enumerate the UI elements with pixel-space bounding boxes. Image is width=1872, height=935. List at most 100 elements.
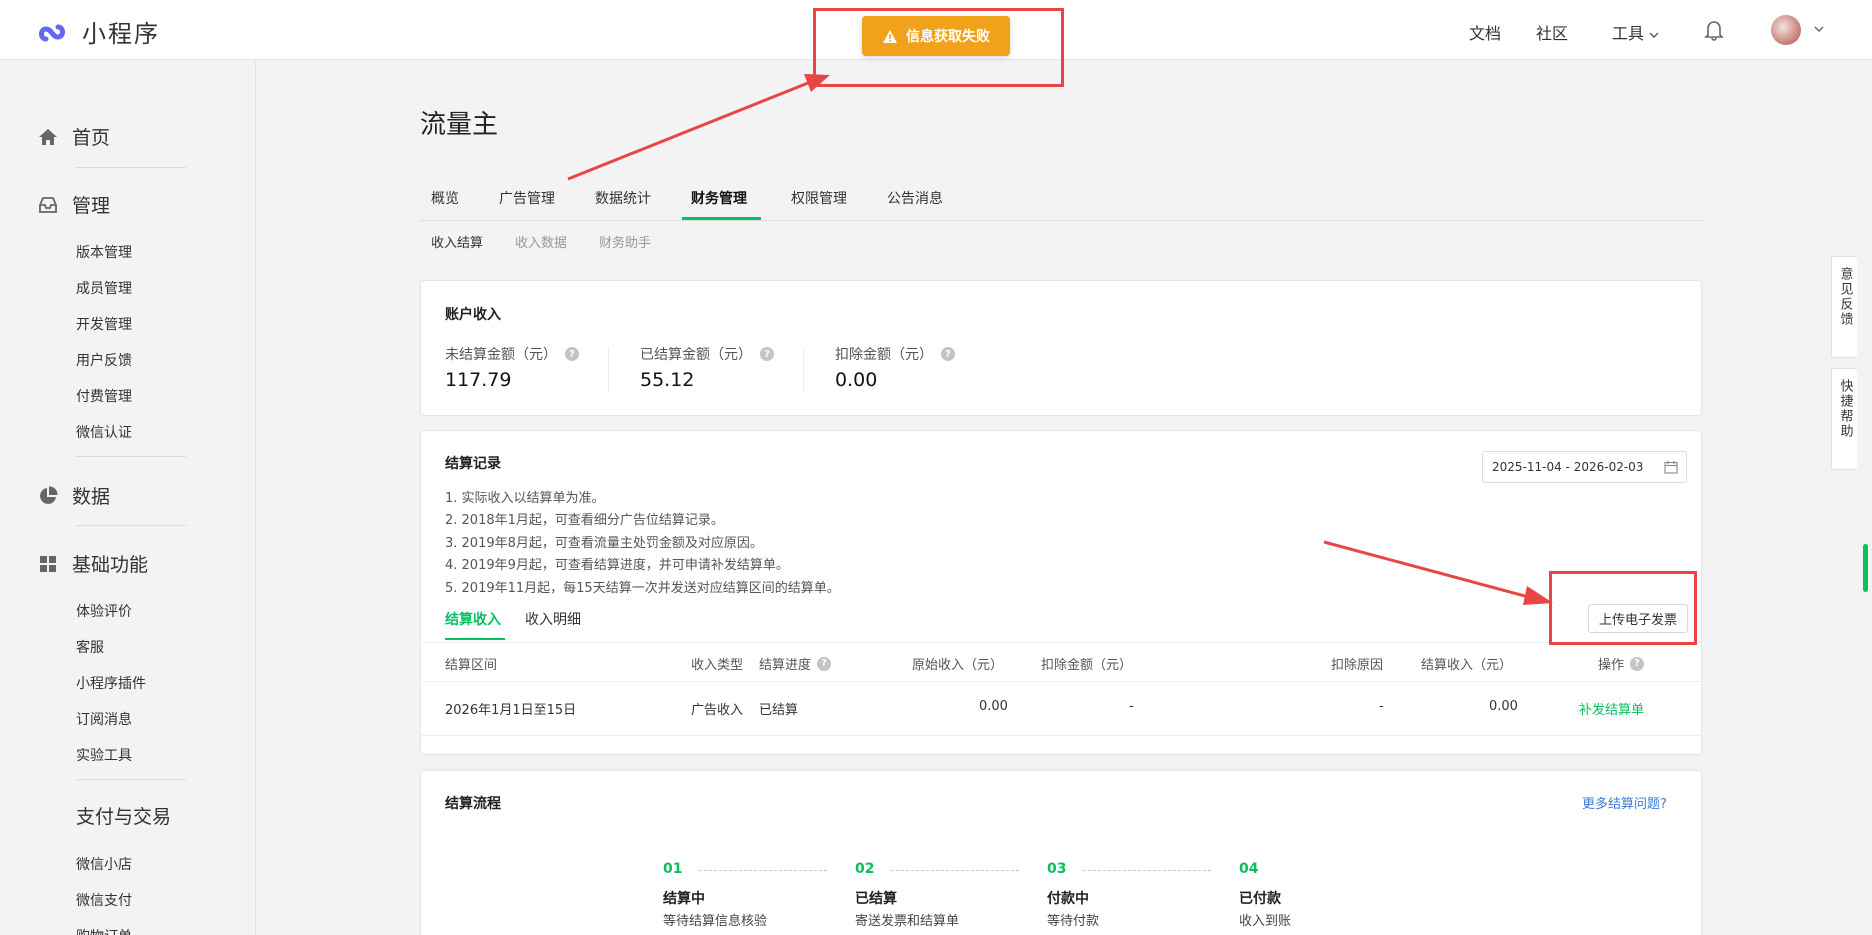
step-number: 03 bbox=[1047, 861, 1067, 877]
step-desc: 等待结算信息核验 bbox=[663, 914, 768, 929]
quick-help-float-button[interactable]: 快捷帮助 bbox=[1831, 368, 1857, 470]
subtab-income-data[interactable]: 收入数据 bbox=[515, 232, 567, 251]
col-original: 原始收入（元） bbox=[912, 658, 1004, 673]
card-title: 结算流程 bbox=[445, 796, 501, 812]
note-line: 1. 实际收入以结算单为准。 bbox=[445, 491, 605, 506]
card-title: 结算记录 bbox=[445, 456, 501, 472]
tab-overview[interactable]: 概览 bbox=[431, 188, 459, 208]
more-questions-link[interactable]: 更多结算问题? bbox=[1582, 793, 1667, 812]
col-action: 操作 ? bbox=[1598, 654, 1645, 673]
help-icon[interactable]: ? bbox=[1630, 656, 1645, 671]
cell-period: 2026年1月1日至15日 bbox=[445, 703, 577, 718]
annotation-box-upload bbox=[1549, 571, 1697, 645]
app-logo[interactable]: 小程序 bbox=[38, 14, 160, 49]
sidebar-item-home[interactable]: 首页 bbox=[38, 123, 110, 150]
cell-reason: - bbox=[1379, 699, 1384, 714]
note-line: 4. 2019年9月起，可查看结算进度，并可申请补发结算单。 bbox=[445, 558, 789, 573]
sidebar-item-plugin[interactable]: 小程序插件 bbox=[76, 673, 146, 693]
feedback-label: 意见反馈 bbox=[1837, 267, 1853, 327]
cell-type: 广告收入 bbox=[691, 703, 744, 718]
home-icon bbox=[39, 128, 57, 145]
sidebar-item-rating[interactable]: 体验评价 bbox=[76, 601, 132, 621]
sidebar-item-orders[interactable]: 购物订单 bbox=[76, 926, 132, 935]
settlement-records-card: 结算记录 2025-11-04 - 2026-02-03 1. 实际收入以结算单… bbox=[420, 430, 1702, 755]
step-connector bbox=[699, 870, 827, 871]
col-period: 结算区间 bbox=[445, 658, 498, 673]
tab-stats[interactable]: 数据统计 bbox=[595, 188, 651, 208]
bell-icon[interactable] bbox=[1704, 19, 1724, 41]
sidebar-item-shop[interactable]: 微信小店 bbox=[76, 854, 132, 874]
nav-tools[interactable]: 工具 bbox=[1612, 20, 1659, 44]
nav-community[interactable]: 社区 bbox=[1536, 20, 1568, 44]
user-avatar[interactable] bbox=[1771, 15, 1801, 45]
tab-finance[interactable]: 财务管理 bbox=[691, 188, 747, 208]
calendar-icon bbox=[1664, 461, 1678, 474]
sidebar-item-members[interactable]: 成员管理 bbox=[76, 278, 132, 298]
step-title: 结算中 bbox=[663, 891, 705, 907]
cell-deduction: - bbox=[1129, 699, 1134, 714]
divider bbox=[76, 779, 186, 780]
step-number: 01 bbox=[663, 861, 683, 877]
tab-settlement-income[interactable]: 结算收入 bbox=[445, 609, 501, 629]
sidebar-item-feedback[interactable]: 用户反馈 bbox=[76, 350, 132, 370]
mini-program-logo-icon bbox=[39, 24, 65, 41]
sidebar-label: 数据 bbox=[72, 486, 111, 508]
sidebar-item-service[interactable]: 客服 bbox=[76, 637, 104, 657]
metric-label-settled: 已结算金额（元） ? bbox=[640, 344, 774, 364]
col-progress: 结算进度 ? bbox=[759, 654, 832, 673]
sidebar-item-version[interactable]: 版本管理 bbox=[76, 242, 132, 262]
step-desc: 寄送发票和结算单 bbox=[855, 914, 960, 929]
tab-income-detail[interactable]: 收入明细 bbox=[525, 609, 581, 629]
scroll-indicator[interactable] bbox=[1863, 544, 1868, 592]
help-icon[interactable]: ? bbox=[565, 347, 579, 361]
step-desc: 收入到账 bbox=[1239, 914, 1292, 929]
annotation-arrow-line bbox=[567, 81, 809, 181]
sidebar-item-data[interactable]: 数据 bbox=[38, 482, 110, 509]
subtab-assistant[interactable]: 财务助手 bbox=[599, 232, 651, 251]
tab-notices[interactable]: 公告消息 bbox=[887, 188, 943, 208]
sidebar-label: 管理 bbox=[72, 195, 111, 217]
feedback-float-button[interactable]: 意见反馈 bbox=[1831, 256, 1857, 358]
sidebar-item-wxpay[interactable]: 微信支付 bbox=[76, 890, 132, 910]
metric-label-text: 扣除金额（元） bbox=[835, 347, 933, 363]
step-number: 02 bbox=[855, 861, 875, 877]
date-range-picker[interactable]: 2025-11-04 - 2026-02-03 bbox=[1482, 451, 1687, 483]
metric-label-unsettled: 未结算金额（元） ? bbox=[445, 344, 579, 364]
col-action-label: 操作 bbox=[1598, 658, 1625, 673]
step-desc: 等待付款 bbox=[1047, 914, 1100, 929]
tab-permissions[interactable]: 权限管理 bbox=[791, 188, 847, 208]
sidebar-item-lab[interactable]: 实验工具 bbox=[76, 745, 132, 765]
col-type: 收入类型 bbox=[691, 658, 744, 673]
metric-value-unsettled: 117.79 bbox=[445, 369, 512, 391]
subtab-settlement[interactable]: 收入结算 bbox=[431, 232, 483, 251]
help-label: 快捷帮助 bbox=[1837, 379, 1853, 439]
row-divider bbox=[421, 735, 1701, 736]
chevron-down-icon[interactable] bbox=[1813, 24, 1825, 34]
sidebar-item-subscribe[interactable]: 订阅消息 bbox=[76, 709, 132, 729]
sidebar-item-pay-trade[interactable]: 支付与交易 bbox=[76, 802, 171, 829]
metric-label-text: 已结算金额（元） bbox=[640, 347, 752, 363]
page-title: 流量主 bbox=[420, 110, 499, 140]
divider bbox=[76, 167, 186, 168]
col-income: 结算收入（元） bbox=[1421, 658, 1513, 673]
reissue-statement-link[interactable]: 补发结算单 bbox=[1579, 699, 1644, 718]
pie-chart-icon bbox=[40, 485, 58, 504]
divider bbox=[803, 347, 804, 391]
sidebar-item-payment[interactable]: 付费管理 bbox=[76, 386, 132, 406]
grid-icon bbox=[40, 555, 56, 572]
divider bbox=[76, 525, 186, 526]
cell-income: 0.00 bbox=[1489, 699, 1518, 714]
sidebar-item-manage[interactable]: 管理 bbox=[38, 191, 110, 218]
step-connector bbox=[891, 870, 1019, 871]
tab-ads[interactable]: 广告管理 bbox=[499, 188, 555, 208]
sidebar-label: 基础功能 bbox=[72, 554, 149, 576]
sidebar-label: 首页 bbox=[72, 127, 111, 149]
sidebar-item-basic[interactable]: 基础功能 bbox=[38, 550, 148, 577]
nav-docs[interactable]: 文档 bbox=[1469, 20, 1501, 44]
sidebar-item-dev[interactable]: 开发管理 bbox=[76, 314, 132, 334]
help-icon[interactable]: ? bbox=[941, 347, 955, 361]
help-icon[interactable]: ? bbox=[817, 656, 832, 671]
help-icon[interactable]: ? bbox=[760, 347, 774, 361]
sidebar-item-verify[interactable]: 微信认证 bbox=[76, 422, 132, 442]
annotation-box-toast bbox=[813, 8, 1064, 87]
